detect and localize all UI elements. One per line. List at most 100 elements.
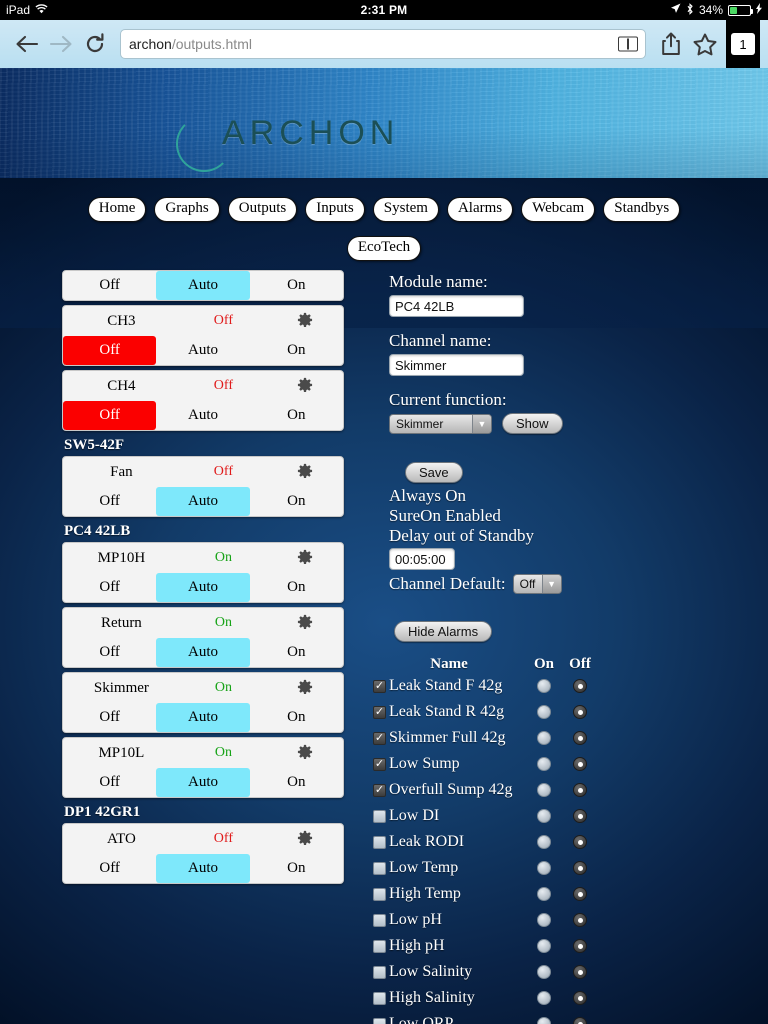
star-icon[interactable] — [688, 27, 722, 61]
alarm-enable-checkbox[interactable]: ✓ — [373, 783, 387, 797]
alarm-enable-checkbox[interactable]: ✓ — [373, 809, 387, 823]
delay-input[interactable]: 00:05:00 — [389, 548, 455, 570]
alarm-radio-on[interactable] — [525, 705, 563, 719]
alarm-enable-checkbox[interactable]: ✓ — [373, 991, 387, 1005]
alarm-radio-on[interactable] — [525, 835, 563, 849]
channel-settings-button[interactable] — [271, 679, 339, 697]
channel-mode-on[interactable]: On — [250, 336, 343, 365]
channel-mode-on[interactable]: On — [250, 487, 343, 516]
alarm-enable-checkbox[interactable]: ✓ — [373, 1017, 387, 1024]
alarm-radio-on[interactable] — [525, 809, 563, 823]
alarm-radio-on[interactable] — [525, 861, 563, 875]
alarm-radio-on[interactable] — [525, 731, 563, 745]
share-icon[interactable] — [654, 27, 688, 61]
alarm-enable-checkbox[interactable]: ✓ — [373, 913, 387, 927]
alarm-radio-on[interactable] — [525, 887, 563, 901]
current-function-select[interactable]: Skimmer ▼ — [389, 413, 492, 434]
alarm-radio-on[interactable] — [525, 991, 563, 1005]
module-name-input[interactable]: PC4 42LB — [389, 295, 524, 317]
channel-mode-auto[interactable]: Auto — [156, 271, 250, 300]
alarm-radio-off[interactable] — [563, 757, 597, 771]
nav-item-ecotech[interactable]: EcoTech — [346, 236, 422, 261]
alarm-radio-off[interactable] — [563, 705, 597, 719]
nav-item-standbys[interactable]: Standbys — [603, 197, 681, 222]
channel-mode-auto[interactable]: Auto — [156, 638, 250, 667]
channel-settings-button[interactable] — [271, 463, 339, 481]
alarm-radio-on[interactable] — [525, 679, 563, 693]
alarm-radio-on[interactable] — [525, 939, 563, 953]
url-bar[interactable]: archon/outputs.html — [120, 29, 646, 59]
channel-mode-off[interactable]: Off — [63, 573, 156, 602]
channel-mode-on[interactable]: On — [250, 271, 343, 300]
channel-mode-on[interactable]: On — [250, 573, 343, 602]
alarm-enable-checkbox[interactable]: ✓ — [373, 705, 387, 719]
alarm-radio-off[interactable] — [563, 809, 597, 823]
channel-mode-off[interactable]: Off — [63, 336, 157, 365]
channel-mode-auto[interactable]: Auto — [156, 487, 250, 516]
show-button[interactable]: Show — [502, 413, 563, 434]
channel-settings-button[interactable] — [271, 312, 339, 330]
nav-item-home[interactable]: Home — [87, 197, 147, 222]
channel-mode-off[interactable]: Off — [63, 768, 156, 797]
channel-name-input[interactable]: Skimmer — [389, 354, 524, 376]
alarm-enable-checkbox[interactable]: ✓ — [373, 861, 387, 875]
alarm-enable-checkbox[interactable]: ✓ — [373, 835, 387, 849]
alarm-radio-off[interactable] — [563, 1017, 597, 1024]
channel-mode-on[interactable]: On — [250, 768, 343, 797]
alarm-radio-off[interactable] — [563, 913, 597, 927]
channel-mode-off[interactable]: Off — [63, 271, 156, 300]
channel-mode-off[interactable]: Off — [63, 854, 156, 883]
channel-mode-off[interactable]: Off — [63, 487, 156, 516]
alarm-enable-checkbox[interactable]: ✓ — [373, 731, 387, 745]
channel-mode-auto[interactable]: Auto — [156, 768, 250, 797]
nav-item-inputs[interactable]: Inputs — [305, 197, 365, 222]
alarm-radio-on[interactable] — [525, 1017, 563, 1024]
channel-mode-off[interactable]: Off — [63, 703, 156, 732]
alarm-radio-off[interactable] — [563, 939, 597, 953]
channel-settings-button[interactable] — [271, 377, 339, 395]
channel-mode-off[interactable]: Off — [63, 638, 156, 667]
channel-mode-auto[interactable]: Auto — [156, 401, 249, 430]
channel-mode-auto[interactable]: Auto — [156, 854, 250, 883]
channel-mode-on[interactable]: On — [250, 854, 343, 883]
alarm-radio-on[interactable] — [525, 965, 563, 979]
forward-arrow-icon[interactable] — [44, 27, 78, 61]
alarm-radio-off[interactable] — [563, 679, 597, 693]
channel-settings-button[interactable] — [271, 549, 339, 567]
nav-item-webcam[interactable]: Webcam — [521, 197, 596, 222]
tab-count-button[interactable]: 1 — [726, 20, 760, 68]
reader-view-icon[interactable] — [618, 36, 638, 52]
alarm-enable-checkbox[interactable]: ✓ — [373, 939, 387, 953]
reload-icon[interactable] — [78, 27, 112, 61]
back-arrow-icon[interactable] — [10, 27, 44, 61]
alarm-radio-off[interactable] — [563, 861, 597, 875]
alarm-radio-off[interactable] — [563, 887, 597, 901]
alarm-radio-off[interactable] — [563, 991, 597, 1005]
alarm-enable-checkbox[interactable]: ✓ — [373, 965, 387, 979]
channel-mode-auto[interactable]: Auto — [156, 573, 250, 602]
channel-default-select[interactable]: Off ▼ — [512, 574, 562, 594]
alarm-enable-checkbox[interactable]: ✓ — [373, 679, 387, 693]
alarm-enable-checkbox[interactable]: ✓ — [373, 757, 387, 771]
channel-settings-button[interactable] — [271, 830, 339, 848]
nav-item-alarms[interactable]: Alarms — [446, 197, 514, 222]
alarm-radio-on[interactable] — [525, 913, 563, 927]
hide-alarms-button[interactable]: Hide Alarms — [394, 621, 493, 642]
alarm-radio-on[interactable] — [525, 783, 563, 797]
alarm-radio-off[interactable] — [563, 731, 597, 745]
alarm-radio-on[interactable] — [525, 757, 563, 771]
alarm-radio-off[interactable] — [563, 835, 597, 849]
nav-item-graphs[interactable]: Graphs — [154, 197, 220, 222]
channel-mode-auto[interactable]: Auto — [156, 703, 250, 732]
nav-item-system[interactable]: System — [372, 197, 439, 222]
alarm-radio-off[interactable] — [563, 783, 597, 797]
channel-mode-on[interactable]: On — [250, 638, 343, 667]
alarm-enable-checkbox[interactable]: ✓ — [373, 887, 387, 901]
channel-settings-button[interactable] — [271, 614, 339, 632]
channel-mode-on[interactable]: On — [250, 401, 343, 430]
nav-item-outputs[interactable]: Outputs — [227, 197, 298, 222]
alarm-radio-off[interactable] — [563, 965, 597, 979]
channel-mode-auto[interactable]: Auto — [156, 336, 249, 365]
channel-mode-off[interactable]: Off — [63, 401, 157, 430]
channel-settings-button[interactable] — [271, 744, 339, 762]
